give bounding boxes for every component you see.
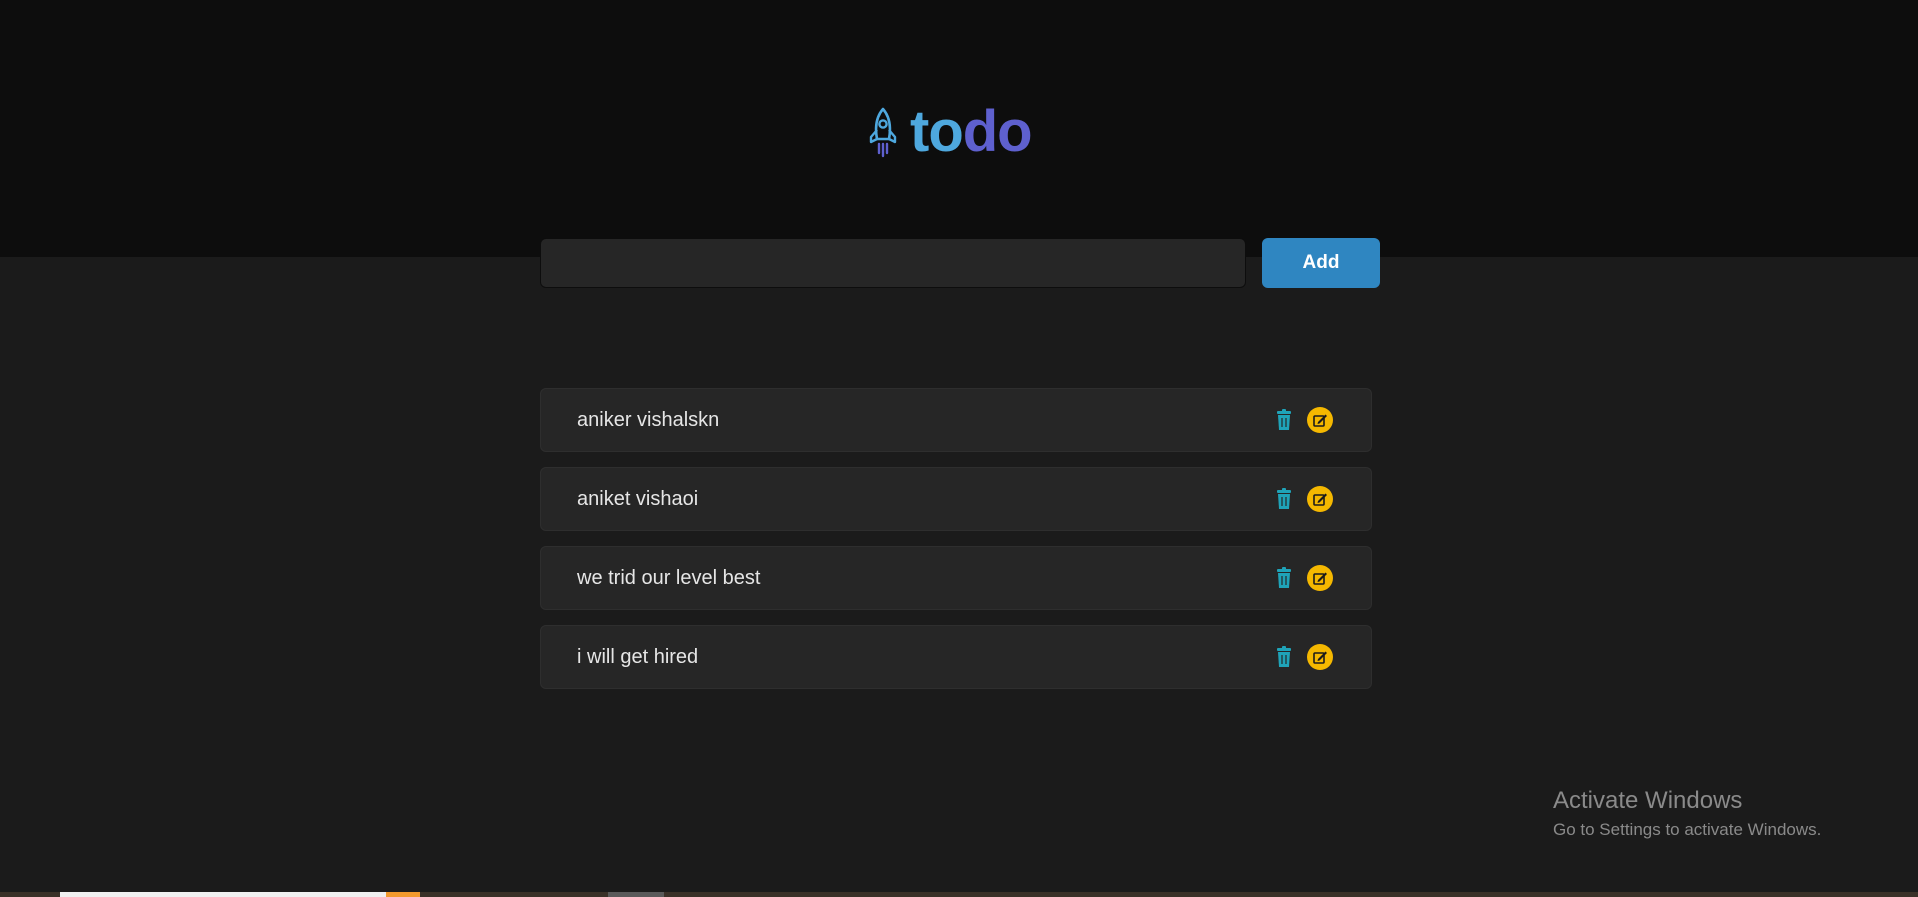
app-logo: todo [866, 99, 1033, 164]
todo-text: aniker vishalskn [577, 408, 720, 431]
trash-icon[interactable] [1271, 407, 1297, 433]
todo-actions [1271, 389, 1333, 451]
todo-actions [1271, 626, 1333, 688]
todo-item: we trid our level best [540, 546, 1372, 610]
todo-text: we trid our level best [577, 566, 761, 589]
todo-item: aniker vishalskn [540, 388, 1372, 452]
app-title-to: to [910, 99, 964, 164]
watermark-subtitle: Go to Settings to activate Windows. [1553, 820, 1822, 839]
trash-icon[interactable] [1271, 486, 1297, 512]
taskbar-app-indicator[interactable] [608, 892, 664, 897]
todo-text: aniket vishaoi [577, 487, 699, 510]
app-title-do: do [962, 99, 1033, 164]
edit-icon[interactable] [1307, 565, 1333, 591]
edit-icon[interactable] [1307, 486, 1333, 512]
edit-icon[interactable] [1307, 644, 1333, 670]
todo-list: aniker vishalskn aniket vishaoi we trid … [540, 388, 1372, 704]
trash-icon[interactable] [1271, 644, 1297, 670]
todo-text: i will get hired [577, 645, 699, 668]
app-title: todo [910, 99, 1033, 164]
watermark-title: Activate Windows [1553, 787, 1743, 814]
todo-actions [1271, 468, 1333, 530]
rocket-icon [866, 106, 900, 158]
new-task-input[interactable] [540, 238, 1246, 288]
todo-item: i will get hired [540, 625, 1372, 689]
todo-actions [1271, 547, 1333, 609]
edit-icon[interactable] [1307, 407, 1333, 433]
taskbar-app-indicator[interactable] [386, 892, 420, 897]
taskbar-window-preview[interactable] [60, 892, 386, 897]
windows-activation-watermark: Activate Windows Go to Settings to activ… [1553, 786, 1821, 842]
todo-item: aniket vishaoi [540, 467, 1372, 531]
trash-icon[interactable] [1271, 565, 1297, 591]
add-task-button[interactable]: Add [1262, 238, 1380, 288]
